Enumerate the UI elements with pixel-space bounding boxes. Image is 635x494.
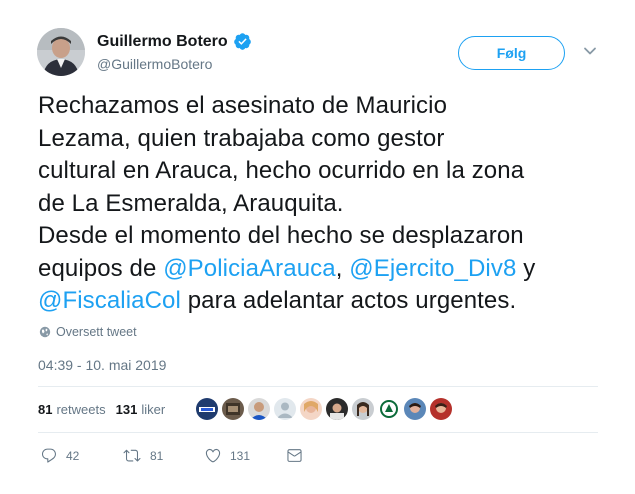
author-name-row: Guillermo Botero	[97, 32, 252, 51]
heart-icon	[205, 448, 221, 463]
author-avatar[interactable]	[37, 28, 85, 76]
tweet-text-line: Lezama, quien trabajaba como gestor	[38, 123, 613, 156]
likes-stat[interactable]: 131 liker	[116, 402, 166, 417]
tweet-text-line: Desde el momento del hecho se desplazaro…	[38, 220, 613, 253]
retweets-stat[interactable]: 81 retweets	[38, 402, 106, 417]
chevron-down-icon[interactable]	[583, 46, 597, 56]
tweet-text-segment: y	[516, 254, 536, 282]
liker-avatar[interactable]	[430, 398, 452, 420]
follow-button[interactable]: Følg	[458, 36, 565, 70]
tweet-text-segment: cultural en Arauca, hecho ocurrido en la…	[38, 157, 525, 184]
retweets-label: retweets	[56, 402, 106, 417]
tweet-stats: 81 retweets 131 liker	[38, 402, 175, 417]
liker-avatar[interactable]	[404, 398, 426, 420]
globe-icon	[39, 326, 51, 338]
retweet-count: 81	[150, 448, 164, 463]
divider-top	[38, 386, 598, 387]
likes-count: 131	[115, 402, 138, 417]
likes-label: liker	[141, 402, 166, 417]
direct-message-button[interactable]	[286, 447, 303, 464]
liker-avatar[interactable]	[196, 398, 218, 420]
like-button[interactable]: 131	[204, 447, 286, 464]
translate-tweet-link[interactable]: Oversett tweet	[39, 325, 137, 339]
liker-avatar[interactable]	[326, 398, 348, 420]
like-count: 131	[230, 448, 251, 463]
liker-avatar[interactable]	[274, 398, 296, 420]
tweet-text-segment: equipos de	[38, 254, 164, 282]
reply-icon	[41, 448, 56, 463]
author-name[interactable]: Guillermo Botero	[97, 33, 228, 51]
tweet-text-segment: Lezama, quien trabajaba como gestor	[38, 124, 445, 152]
translate-label: Oversett tweet	[56, 325, 137, 339]
tweet-text-line: @FiscaliaCol para adelantar actos urgent…	[38, 285, 613, 318]
tweet-text-line: equipos de @PoliciaArauca, @Ejercito_Div…	[38, 253, 613, 286]
verified-badge-icon	[233, 32, 252, 51]
tweet-text-segment: ,	[335, 254, 350, 282]
tweet-card: Guillermo Botero @GuillermoBotero Følg R…	[0, 0, 635, 494]
retweets-count: 81	[38, 402, 53, 417]
mention-link[interactable]: @FiscaliaCol	[38, 287, 181, 314]
tweet-text-line: de La Esmeralda, Arauquita.	[38, 188, 613, 221]
liker-avatar[interactable]	[378, 398, 400, 420]
author-handle[interactable]: @GuillermoBotero	[97, 56, 212, 72]
tweet-text-segment: de La Esmeralda, Arauquita.	[38, 189, 344, 217]
tweet-text-segment: Rechazamos el asesinato de Mauricio	[38, 92, 448, 119]
mention-link[interactable]: @PoliciaArauca	[163, 255, 336, 282]
tweet-text-line: Rechazamos el asesinato de Mauricio	[38, 90, 613, 123]
liker-avatar[interactable]	[300, 398, 322, 420]
divider-bottom	[38, 432, 598, 433]
tweet-timestamp[interactable]: 04:39 - 10. mai 2019	[38, 357, 166, 373]
liker-avatar[interactable]	[222, 398, 244, 420]
retweet-icon	[123, 449, 141, 462]
mention-link[interactable]: @Ejercito_Div8	[349, 255, 516, 282]
liker-avatar[interactable]	[352, 398, 374, 420]
tweet-text-segment: para adelantar actos urgentes.	[180, 287, 517, 314]
envelope-icon	[287, 449, 302, 462]
tweet-text-line: cultural en Arauca, hecho ocurrido en la…	[38, 155, 613, 188]
liker-avatars	[196, 398, 456, 420]
liker-avatar[interactable]	[248, 398, 270, 420]
tweet-text-segment: Desde el momento del hecho se desplazaro…	[38, 222, 524, 249]
retweet-button[interactable]: 81	[122, 447, 204, 464]
tweet-text: Rechazamos el asesinato de Mauricio Lezam…	[38, 90, 613, 318]
reply-button[interactable]: 42	[40, 447, 122, 464]
tweet-actions: 42 81 131	[40, 447, 303, 464]
reply-count: 42	[66, 448, 80, 463]
